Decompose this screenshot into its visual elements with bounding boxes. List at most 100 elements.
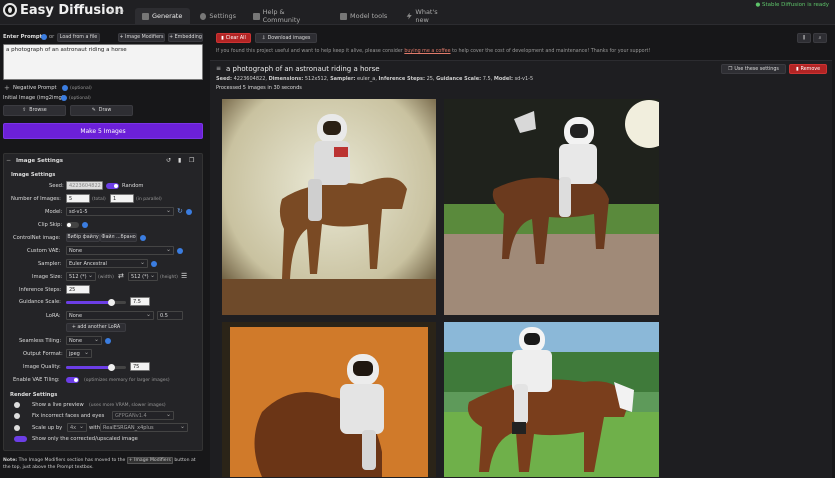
num-parallel-input[interactable]: 1 — [110, 194, 134, 203]
steps-label: Inference Steps: — [19, 287, 62, 293]
scale-factor-select[interactable]: 4x — [67, 423, 87, 432]
sampler-select[interactable]: Euler Ancestral — [66, 259, 148, 268]
clip-skip-help-icon[interactable] — [82, 222, 88, 228]
note-modifiers-button[interactable]: + Image Modifiers — [126, 457, 173, 464]
seamless-help-icon[interactable] — [105, 338, 111, 344]
parallel-label: (in parallel) — [136, 197, 162, 202]
quality-input[interactable]: 75 — [130, 362, 150, 371]
guidance-slider[interactable] — [66, 299, 126, 306]
height-select[interactable]: 512 (*) — [128, 272, 158, 281]
status-text: ● Stable Diffusion is ready — [755, 2, 829, 8]
seed-input[interactable]: 4223604822 — [66, 181, 103, 190]
controlnet-help-icon[interactable] — [140, 235, 146, 241]
generated-image-1[interactable] — [222, 99, 436, 315]
clear-all-button[interactable]: ▮ Clear All — [216, 33, 251, 43]
vae-select[interactable]: None — [66, 246, 174, 255]
generated-image-3[interactable] — [222, 322, 436, 477]
sampler-label: Sampler: — [38, 261, 62, 267]
make-images-button[interactable]: Make 5 Images — [3, 123, 203, 139]
sampler-help-icon[interactable] — [151, 261, 157, 267]
image-settings-heading: Image Settings — [11, 172, 56, 178]
vae-tiling-note: (optimizes memory for larger images) — [84, 378, 170, 383]
format-select[interactable]: jpeg — [66, 349, 92, 358]
logo-icon — [3, 3, 17, 17]
only-corrected-toggle[interactable] — [14, 436, 27, 442]
plus-icon[interactable]: + — [4, 84, 10, 92]
chat-icon — [253, 12, 260, 20]
scale-up-label: Scale up by — [32, 425, 63, 431]
image-modifiers-button[interactable]: + Image Modifiers — [118, 33, 165, 42]
layout-toggle-button[interactable]: ⫼ — [797, 33, 811, 43]
search-icon: ⌕ — [818, 36, 822, 41]
quality-slider-knob[interactable] — [108, 364, 115, 371]
add-lora-button[interactable]: + add another LoRA — [66, 323, 126, 332]
tab-whats-new[interactable]: What's new — [399, 8, 457, 24]
draw-button[interactable]: ✎ Draw — [70, 105, 133, 116]
negative-help-icon[interactable] — [62, 85, 68, 91]
reset-icon[interactable]: ↺ — [166, 157, 171, 164]
quality-slider[interactable] — [66, 364, 126, 371]
guidance-input[interactable]: 7.5 — [130, 297, 150, 306]
task-details: Seed: 4223604822, Dimensions: 512x512, S… — [216, 76, 534, 82]
seamless-select[interactable]: None — [66, 336, 102, 345]
vae-help-icon[interactable] — [177, 248, 183, 254]
live-preview-toggle[interactable] — [14, 402, 20, 408]
initial-image-label: Initial Image (img2img) — [3, 95, 64, 101]
support-message: If you found this project useful and wan… — [216, 49, 651, 54]
prompt-textarea[interactable]: a photograph of an astronaut riding a ho… — [3, 44, 203, 80]
clip-skip-label: Clip Skip: — [38, 222, 63, 228]
negative-optional-label: (optional) — [70, 86, 92, 91]
generated-image-2[interactable] — [444, 99, 659, 315]
app-version: v3.0.9 — [108, 9, 124, 15]
width-label: (width) — [98, 275, 114, 280]
controlnet-choose-file-button[interactable]: Вибір файлу — [66, 233, 100, 242]
width-select[interactable]: 512 (*) — [66, 272, 96, 281]
search-button[interactable]: ⌕ — [813, 33, 827, 43]
collapse-icon[interactable]: − — [6, 157, 11, 164]
random-seed-toggle[interactable] — [106, 183, 119, 189]
controlnet-file-status[interactable]: Файл ...брано — [100, 233, 137, 242]
model-select[interactable]: sd-v1-5 — [66, 207, 174, 216]
random-label: Random — [122, 183, 144, 189]
render-settings-heading: Render Settings — [10, 392, 58, 398]
trash-icon[interactable]: ▮ — [178, 157, 181, 164]
refresh-icon[interactable]: ↻ — [177, 207, 183, 215]
top-bar: Easy Diffusion v3.0.9 Generate Settings … — [0, 0, 835, 25]
model-help-icon[interactable] — [186, 209, 192, 215]
download-images-button[interactable]: ⇩ Download images — [255, 33, 317, 43]
use-settings-button[interactable]: ❐ Use these settings — [721, 64, 786, 74]
generated-image-4[interactable] — [444, 322, 659, 477]
live-preview-label: Show a live preview — [32, 402, 84, 408]
prompt-help-icon[interactable] — [41, 34, 47, 40]
negative-prompt-label[interactable]: Negative Prompt — [13, 85, 57, 91]
vae-tiling-toggle[interactable] — [66, 377, 79, 383]
guidance-slider-knob[interactable] — [108, 299, 115, 306]
steps-input[interactable]: 25 — [66, 285, 90, 294]
tab-settings[interactable]: Settings — [193, 8, 243, 24]
guidance-slider-fill — [66, 301, 111, 304]
initial-image-help-icon[interactable] — [61, 95, 67, 101]
lora-strength-input[interactable]: 0.5 — [157, 311, 183, 320]
load-file-button[interactable]: Load from a file — [57, 33, 100, 42]
tab-model-tools[interactable]: Model tools — [333, 8, 395, 24]
remove-button[interactable]: ▮ Remove — [789, 64, 827, 74]
browse-button[interactable]: ⇪ Browse — [3, 105, 66, 116]
size-options-icon[interactable]: ☰ — [181, 272, 187, 280]
fix-faces-toggle[interactable] — [14, 413, 20, 419]
lora-select[interactable]: None — [66, 311, 154, 320]
controlnet-label: ControlNet image: — [13, 235, 61, 241]
tab-help-community[interactable]: Help & Community — [246, 8, 328, 24]
copy-icon[interactable]: ❐ — [189, 157, 194, 164]
upscaler-select[interactable]: RealESRGAN_x4plus — [100, 423, 188, 432]
num-images-input[interactable]: 5 — [66, 194, 90, 203]
embedding-button[interactable]: + Embedding — [168, 33, 203, 42]
clip-skip-toggle[interactable] — [66, 222, 79, 228]
modifiers-note: Note: The Image Modifiers section has mo… — [3, 457, 196, 470]
fix-faces-model-select[interactable]: GFPGANv1.4 — [112, 411, 174, 420]
tab-generate[interactable]: Generate — [135, 8, 190, 24]
drag-handle-icon[interactable]: ≡ — [216, 65, 221, 72]
only-corrected-label: Show only the corrected/upscaled image — [32, 436, 138, 442]
scale-up-toggle[interactable] — [14, 425, 20, 431]
coffee-link[interactable]: buying me a coffee — [404, 49, 450, 54]
swap-icon[interactable]: ⇄ — [118, 272, 124, 280]
